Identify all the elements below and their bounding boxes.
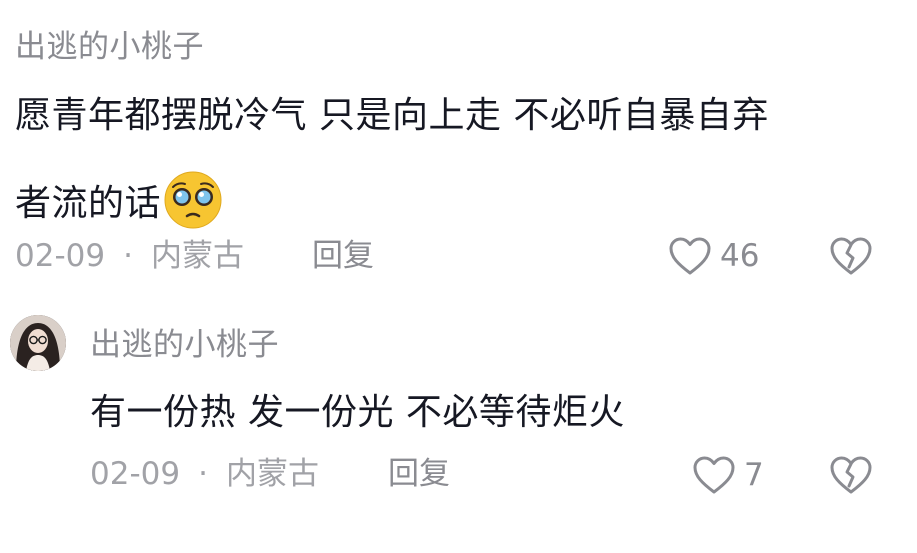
comment-date: 02-09 [15, 238, 106, 274]
like-count: 7 [744, 456, 764, 493]
broken-heart-icon [830, 237, 872, 275]
like-button[interactable]: 7 [692, 455, 764, 495]
comment-text-line-1: 有一份热 发一份光 不必等待炬火 [90, 392, 625, 433]
dislike-button[interactable] [829, 455, 873, 499]
comment-location: 内蒙古 [150, 238, 244, 274]
dislike-button[interactable] [829, 236, 873, 280]
user-avatar[interactable] [10, 315, 66, 371]
broken-heart-icon [830, 456, 872, 494]
heart-outline-icon [669, 237, 711, 275]
heart-outline-icon [693, 456, 735, 494]
comment-date: 02-09 [90, 456, 181, 492]
reply-button[interactable]: 回复 [312, 241, 374, 272]
comment-username[interactable]: 出逃的小桃子 [15, 32, 204, 63]
comment-meta: 02-09 · 内蒙古 [90, 459, 319, 490]
meta-separator: · [123, 238, 133, 274]
pleading-face-emoji [163, 170, 223, 237]
like-button[interactable]: 46 [668, 236, 759, 276]
like-count: 46 [720, 237, 760, 274]
comment-text-line-1: 愿青年都摆脱冷气 只是向上走 不必听自暴自弃 [15, 95, 769, 136]
reply-button[interactable]: 回复 [388, 459, 450, 490]
comment-location: 内蒙古 [225, 456, 319, 492]
comment-meta: 02-09 · 内蒙古 [15, 241, 244, 272]
meta-separator: · [198, 456, 208, 492]
comment-text-line-2: 者流的话 [15, 182, 162, 224]
comment-username[interactable]: 出逃的小桃子 [90, 330, 279, 361]
